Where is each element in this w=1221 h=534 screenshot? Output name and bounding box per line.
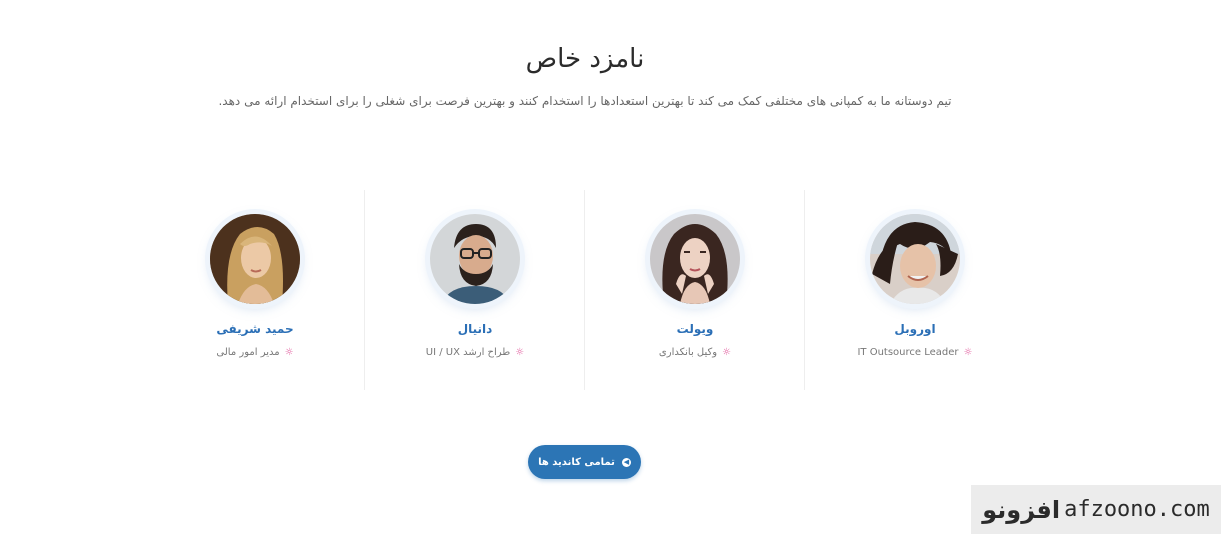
all-candidates-button[interactable]: ◀ تمامی کاندید ها xyxy=(528,445,641,479)
candidate-name[interactable]: اوروبل xyxy=(805,322,1025,336)
candidate-name[interactable]: دانیال xyxy=(365,322,585,336)
candidate-role: ☼ طراح ارشد UI / UX xyxy=(365,347,585,358)
candidate-card[interactable]: حمید شریفی ☼ مدیر امور مالی xyxy=(145,190,365,390)
watermark-logo-en: afzoono.com xyxy=(1064,497,1210,522)
bulb-icon: ☼ xyxy=(722,347,732,358)
candidate-card[interactable]: اوروبل ☼ IT Outsource Leader xyxy=(805,190,1025,390)
candidate-role: ☼ مدیر امور مالی xyxy=(145,347,365,358)
candidate-name[interactable]: ویولت xyxy=(585,322,805,336)
candidate-list: اوروبل ☼ IT Outsource Leader ویولت ☼وکیل … xyxy=(145,190,1025,390)
candidate-role: ☼ IT Outsource Leader xyxy=(805,347,1025,358)
arrow-circle-icon: ◀ xyxy=(621,457,631,467)
candidate-role: ☼ وکیل بانکداری xyxy=(585,347,805,358)
bulb-icon: ☼ xyxy=(284,347,294,358)
bulb-icon: ☼ xyxy=(515,347,525,358)
avatar[interactable] xyxy=(430,214,520,304)
avatar[interactable] xyxy=(650,214,740,304)
candidate-card[interactable]: ویولت ☼ وکیل بانکداری xyxy=(585,190,805,390)
section-title: نامزد خاص xyxy=(525,44,645,74)
avatar[interactable] xyxy=(210,214,300,304)
watermark-logo-fa: افزونو xyxy=(982,495,1061,524)
page: نامزد خاص تیم دوستانه ما به کمپانی های م… xyxy=(0,0,1221,534)
section-subtitle: تیم دوستانه ما به کمپانی های مختلفی کمک … xyxy=(218,94,952,108)
candidate-role-text: وکیل بانکداری xyxy=(658,347,718,358)
bulb-icon: ☼ xyxy=(963,347,973,358)
candidate-role-text: مدیر امور مالی xyxy=(216,347,280,358)
candidate-name[interactable]: حمید شریفی xyxy=(145,322,365,336)
candidate-card[interactable]: دانیال ☼ طراح ارشد UI / UX xyxy=(365,190,585,390)
avatar[interactable] xyxy=(870,214,960,304)
watermark: افزونو afzoono.com xyxy=(971,485,1221,534)
all-candidates-button-label: تمامی کاندید ها xyxy=(538,456,615,468)
candidate-role-text: طراح ارشد UI / UX xyxy=(425,347,511,358)
candidate-role-text: IT Outsource Leader xyxy=(857,347,959,358)
